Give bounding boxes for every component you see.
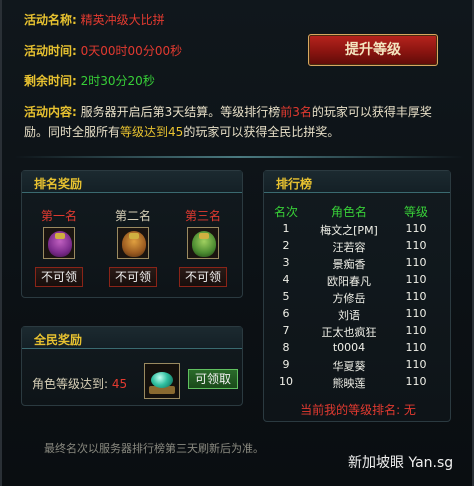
bag-knot	[55, 233, 65, 239]
row-level: 110	[405, 341, 427, 354]
all-player-claim-button[interactable]: 可领取	[188, 369, 238, 389]
second-place-label: 第二名	[114, 209, 151, 223]
row-name: 汪若容	[332, 241, 366, 254]
row-name: 方修岳	[332, 292, 366, 305]
content-text-3: 的玩家可以获得全民比拼奖。	[183, 125, 340, 139]
all-player-reward-slot[interactable]	[144, 363, 180, 399]
row-name: 正太也疯狂	[321, 326, 377, 339]
leaderboard-row: 6 刘语 110	[264, 307, 452, 324]
event-content-label: 活动内容:	[24, 105, 77, 119]
row-rank: 5	[282, 290, 290, 303]
my-rank-status: 当前我的等级排名: 无	[300, 403, 416, 417]
row-level: 110	[405, 375, 427, 388]
row-level: 110	[405, 222, 427, 235]
leaderboard-row: 8 t0004 110	[264, 341, 452, 358]
gem-icon	[151, 372, 173, 388]
bag-knot	[199, 233, 209, 239]
second-place-reward-slot[interactable]	[117, 227, 149, 259]
first-place-claim-button[interactable]: 不可领	[35, 267, 83, 287]
watermark: 新加坡眼 Yan.sg	[348, 455, 454, 471]
rank-reward-header: 排名奖励	[22, 171, 242, 193]
event-time-value: 0天00时00分00秒	[80, 44, 183, 58]
remaining-time-row: 剩余时间: 2时30分20秒	[24, 72, 155, 89]
leaderboard-row: 9 华夏葵 110	[264, 358, 452, 375]
row-rank: 4	[282, 273, 290, 286]
row-level: 110	[405, 290, 427, 303]
first-place-label: 第一名	[40, 209, 77, 223]
col-name-header: 角色名	[330, 205, 367, 219]
row-name: 刘语	[338, 309, 360, 322]
third-place-claim-button[interactable]: 不可领	[179, 267, 227, 287]
event-time-row: 活动时间: 0天00时00分00秒	[24, 42, 182, 59]
leaderboard-title: 排行榜	[276, 177, 313, 191]
content-highlight-45: 45	[168, 125, 184, 139]
leaderboard-row: 1 梅文之[PM] 110	[264, 222, 452, 239]
section-divider	[14, 156, 464, 158]
bag-knot	[129, 233, 139, 239]
leaderboard-row: 5 方修岳 110	[264, 290, 452, 307]
event-time-label: 活动时间:	[24, 44, 77, 58]
row-rank: 8	[282, 341, 290, 354]
leaderboard-row: 10 熊映莲 110	[264, 375, 452, 392]
leaderboard-box: 排行榜 名次 角色名 等级 1 梅文之[PM] 110 2 汪若容 110 3 …	[263, 170, 451, 422]
third-place-reward-slot[interactable]	[187, 227, 219, 259]
upgrade-level-button[interactable]: 提升等级	[308, 34, 438, 66]
content-highlight-top3: 前3名	[280, 105, 312, 119]
leaderboard-row: 2 汪若容 110	[264, 239, 452, 256]
leaderboard-row: 4 欧阳春凡 110	[264, 273, 452, 290]
footer-note: 最终名次以服务器排行榜第三天刷新后为准。	[44, 442, 264, 455]
leaderboard-row: 3 景痴香 110	[264, 256, 452, 273]
event-name-label: 活动名称:	[24, 13, 77, 27]
row-rank: 9	[282, 358, 290, 371]
row-level: 110	[405, 324, 427, 337]
row-rank: 6	[282, 307, 290, 320]
event-name-value: 精英冲级大比拼	[80, 13, 165, 27]
row-name: 梅文之[PM]	[320, 224, 378, 237]
second-place-claim-button[interactable]: 不可领	[109, 267, 157, 287]
remaining-time-value: 2时30分20秒	[80, 74, 155, 88]
row-level: 110	[405, 358, 427, 371]
all-player-reward-box: 全民奖励 角色等级达到: 45 可领取	[21, 326, 243, 406]
row-name: 景痴香	[332, 258, 366, 271]
third-place-label: 第三名	[184, 209, 221, 223]
row-rank: 10	[279, 375, 293, 388]
all-player-reward-title: 全民奖励	[34, 333, 83, 347]
row-rank: 7	[282, 324, 290, 337]
content-text-1: 服务器开启后第3天结算。等级排行榜	[80, 105, 281, 119]
content-highlight-level: 等级达到	[120, 125, 169, 139]
remaining-time-label: 剩余时间:	[24, 74, 77, 88]
row-name: 欧阳春凡	[327, 275, 371, 288]
all-player-reward-header: 全民奖励	[22, 327, 242, 349]
row-rank: 3	[282, 256, 290, 269]
event-content: 活动内容: 服务器开启后第3天结算。等级排行榜前3名的玩家可以获得丰厚奖励。同时…	[24, 102, 454, 142]
level-requirement-value: 45	[111, 377, 128, 391]
event-panel: 活动名称: 精英冲级大比拼 活动时间: 0天00时00分00秒 剩余时间: 2时…	[0, 0, 474, 486]
row-level: 110	[405, 307, 427, 320]
row-level: 110	[405, 273, 427, 286]
rank-reward-box: 排名奖励 第一名 第二名 第三名 不可领 不可领 不可领	[21, 170, 243, 298]
level-requirement: 角色等级达到: 45	[32, 375, 127, 392]
level-requirement-label: 角色等级达到:	[32, 377, 109, 391]
row-rank: 2	[282, 239, 290, 252]
col-rank-header: 名次	[274, 205, 299, 219]
row-rank: 1	[282, 222, 290, 235]
event-name-row: 活动名称: 精英冲级大比拼	[24, 11, 165, 28]
row-name: 华夏葵	[332, 360, 366, 373]
rank-reward-title: 排名奖励	[34, 177, 83, 191]
row-name: t0004	[332, 341, 366, 354]
leaderboard-header: 排行榜	[264, 171, 450, 193]
row-name: 熊映莲	[332, 377, 366, 390]
col-level-header: 等级	[403, 205, 428, 219]
row-level: 110	[405, 239, 427, 252]
row-level: 110	[405, 256, 427, 269]
first-place-reward-slot[interactable]	[43, 227, 75, 259]
leaderboard-row: 7 正太也疯狂 110	[264, 324, 452, 341]
